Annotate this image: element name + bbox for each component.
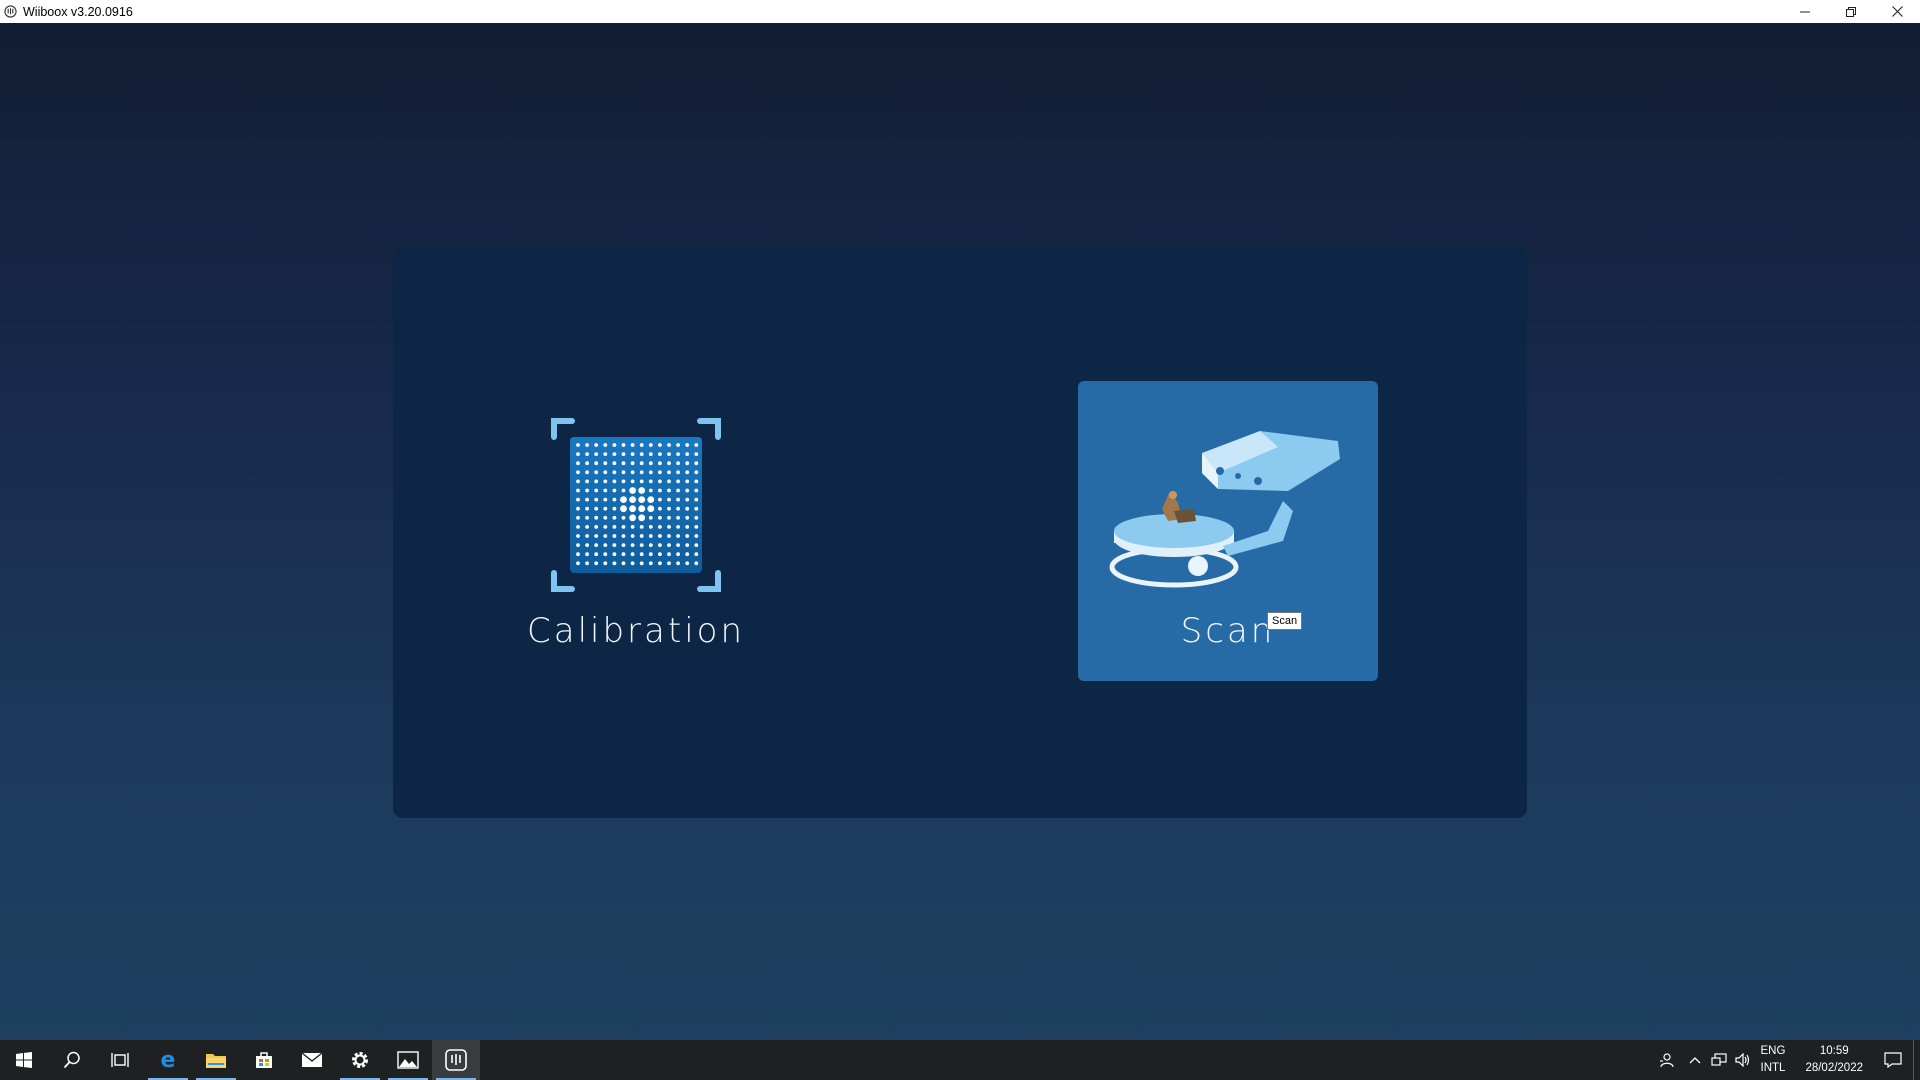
keyboard-layout: INTL [1760, 1062, 1786, 1074]
minimize-button[interactable] [1782, 0, 1828, 23]
network-button[interactable] [1707, 1040, 1731, 1080]
calibration-label: Calibration [527, 611, 745, 651]
action-center-button[interactable] [1873, 1040, 1913, 1080]
scanner-icon [1078, 381, 1378, 611]
svg-text:e: e [161, 1049, 176, 1071]
wiiboox-app-icon [4, 5, 17, 18]
store-taskbar-button[interactable] [240, 1040, 288, 1080]
wiiboox-taskbar-button[interactable] [432, 1040, 480, 1080]
task-view-button[interactable] [96, 1040, 144, 1080]
folder-icon [206, 1054, 226, 1068]
scan-tile[interactable]: Scan [1078, 381, 1378, 681]
restore-button[interactable] [1828, 0, 1874, 23]
window-titlebar: Wiiboox v3.20.0916 [0, 0, 1920, 23]
windows-start-icon [16, 1052, 32, 1068]
photos-taskbar-button[interactable] [384, 1040, 432, 1080]
start-button[interactable] [0, 1040, 48, 1080]
input-language-indicator[interactable]: ENG INTL [1761, 1043, 1786, 1077]
gear-icon [352, 1052, 368, 1068]
mail-taskbar-button[interactable] [288, 1040, 336, 1080]
settings-taskbar-button[interactable] [336, 1040, 384, 1080]
store-bag-icon [256, 1052, 272, 1068]
close-icon [1891, 6, 1903, 17]
language-code: ENG [1760, 1045, 1786, 1057]
show-hidden-icons-button[interactable] [1683, 1040, 1707, 1080]
clock-date: 28/02/2022 [1805, 1062, 1863, 1074]
calibration-icon [486, 381, 786, 611]
wiiboox-icon [445, 1049, 467, 1071]
scan-label: Scan [1180, 611, 1276, 651]
speaker-icon [1734, 1053, 1749, 1067]
search-icon [63, 1051, 80, 1069]
close-button[interactable] [1874, 0, 1920, 23]
scan-tooltip: Scan [1267, 612, 1303, 630]
clock-time: 10:59 [1819, 1045, 1849, 1057]
restore-icon [1846, 6, 1856, 17]
edge-taskbar-button[interactable]: e [144, 1040, 192, 1080]
taskbar: e ENG INTL 10:59 28/02/2022 [0, 1040, 1920, 1080]
network-icon [1710, 1053, 1727, 1066]
photos-icon [397, 1051, 419, 1069]
notifications-icon [1884, 1052, 1902, 1068]
calibration-tile[interactable]: Calibration [486, 381, 786, 681]
window-title: Wiiboox v3.20.0916 [23, 4, 133, 19]
system-tray: ENG INTL 10:59 28/02/2022 [1649, 1040, 1920, 1080]
minimize-icon [1800, 11, 1810, 12]
chevron-up-icon [1689, 1057, 1700, 1064]
edge-browser-icon: e [161, 1049, 176, 1071]
search-button[interactable] [48, 1040, 96, 1080]
file-explorer-taskbar-button[interactable] [192, 1040, 240, 1080]
people-button[interactable] [1649, 1040, 1683, 1080]
mail-icon [301, 1052, 323, 1067]
taskbar-clock[interactable]: 10:59 28/02/2022 [1805, 1043, 1863, 1077]
volume-button[interactable] [1731, 1040, 1755, 1080]
model-figurine-icon [1162, 491, 1196, 523]
mode-selection-panel: Calibration Scan [393, 246, 1527, 818]
people-icon [1659, 1053, 1674, 1068]
task-view-icon [111, 1053, 129, 1067]
